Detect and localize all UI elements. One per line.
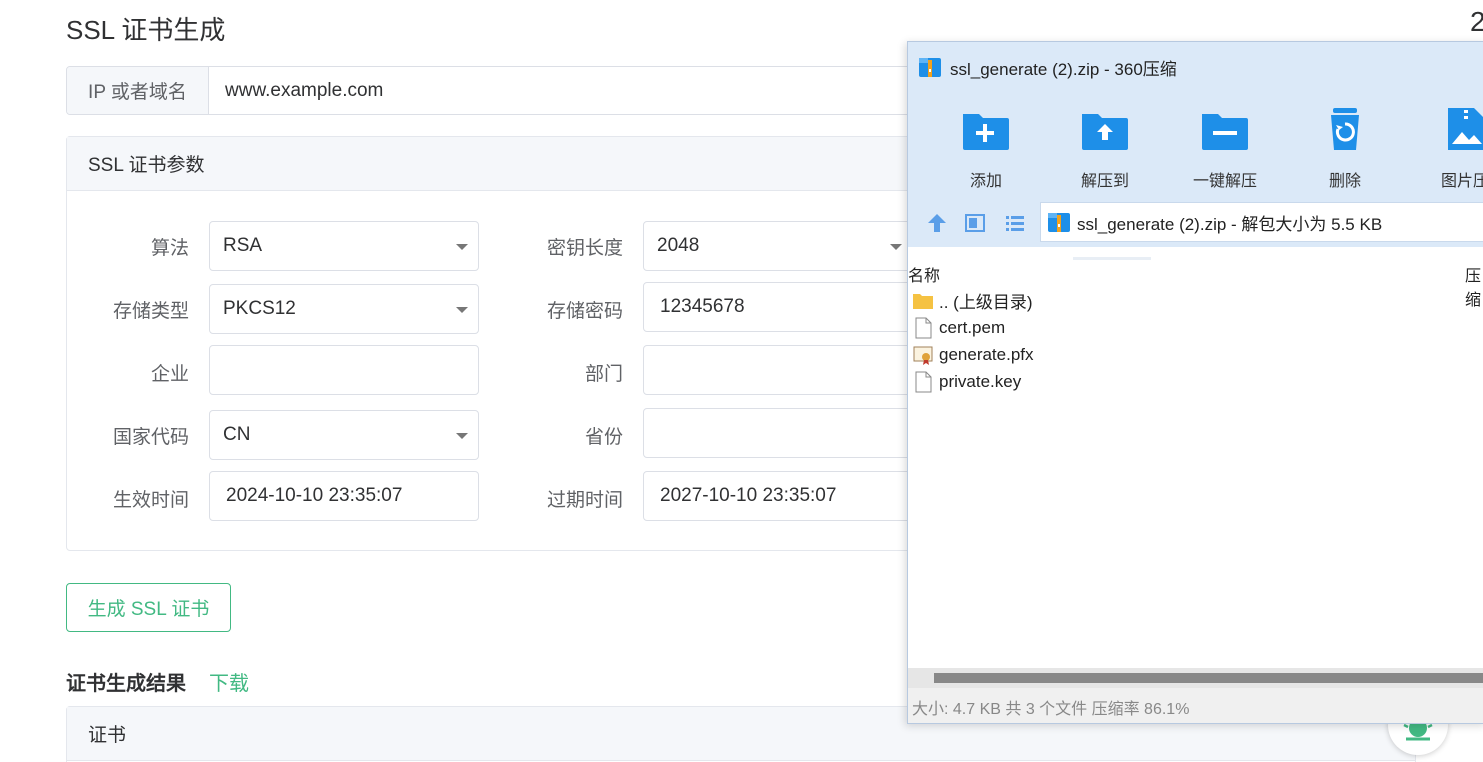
zip-archive-window: ssl_generate (2).zip - 360压缩 添加 解压到 一键解压 [907,41,1483,724]
store-type-select[interactable]: PKCS12 [209,284,479,334]
file-row-parent[interactable]: .. (上级目录) [912,287,1033,314]
expire-time-value: 2027-10-10 23:35:07 [660,485,837,506]
download-link[interactable]: 下载 [209,667,249,696]
image-compress-icon [1448,108,1483,150]
column-name[interactable]: 名称 [908,262,940,286]
path-text: ssl_generate (2).zip - 解包大小为 5.5 KB [1077,214,1383,234]
department-input[interactable] [643,345,913,395]
domain-label: IP 或者域名 [67,67,209,114]
province-input[interactable] [643,408,913,458]
up-arrow-icon[interactable] [926,212,948,234]
toolbar-extract-to-button[interactable]: 解压到 [1055,106,1155,191]
toolbar-delete-button[interactable]: 删除 [1295,106,1395,191]
zip-archive-icon [1048,213,1070,232]
toolbar-add-button[interactable]: 添加 [936,106,1036,191]
corner-char: 2 [1470,6,1483,37]
result-title: 证书生成结果 [66,673,186,695]
file-name: generate.pfx [939,344,1034,364]
file-icon [915,371,932,392]
file-icon [915,317,932,338]
zip-status-bar: 大小: 4.7 KB 共 3 个文件 压缩率 86.1% [908,688,1483,723]
file-name: cert.pem [939,317,1006,337]
scrollbar-thumb[interactable] [934,673,1483,683]
toolbar-one-click-extract-button[interactable]: 一键解压 [1175,106,1275,191]
file-row-cert-pem[interactable]: cert.pem [912,314,1005,341]
toolbar-delete-label: 删除 [1328,173,1361,190]
department-label: 部门 [584,364,623,385]
toolbar-add-label: 添加 [969,173,1002,190]
start-time-label: 生效时间 [112,490,189,511]
folder-icon [913,293,933,309]
extract-to-icon [1082,114,1128,150]
list-view-icon[interactable] [1004,212,1026,234]
zip-navbar: ssl_generate (2).zip - 解包大小为 5.5 KB [908,197,1483,247]
country-code-select[interactable]: CN [209,410,479,460]
column-compressed[interactable]: 压缩 [1465,262,1483,310]
country-code-label: 国家代码 [112,427,189,448]
generate-ssl-button[interactable]: 生成 SSL 证书 [66,583,231,632]
file-name: private.key [939,371,1022,391]
horizontal-scrollbar[interactable] [908,668,1483,688]
store-type-value: PKCS12 [223,298,296,319]
store-password-label: 存储密码 [546,301,623,322]
key-length-select[interactable]: 2048 [643,221,913,271]
algorithm-value: RSA [223,235,263,256]
key-length-value: 2048 [657,235,700,256]
path-bar[interactable]: ssl_generate (2).zip - 解包大小为 5.5 KB [1040,202,1483,242]
file-row-generate-pfx[interactable]: generate.pfx [912,341,1034,368]
start-time-input[interactable]: 2024-10-10 23:35:07 [209,471,479,521]
store-password-input[interactable]: 12345678 [643,282,913,332]
company-label: 企业 [150,364,189,385]
province-label: 省份 [584,427,623,448]
country-code-value: CN [223,424,251,445]
zip-archive-icon [919,58,941,77]
company-input[interactable] [209,345,479,395]
store-password-value: 12345678 [660,296,745,317]
recycle-bin-icon [1331,108,1359,150]
algorithm-label: 算法 [150,238,189,259]
toolbar-image-compress-label: 图片压 [1440,173,1483,190]
expire-time-input[interactable]: 2027-10-10 23:35:07 [643,471,913,521]
expire-time-label: 过期时间 [546,490,623,511]
add-folder-icon [963,114,1009,150]
toolbar-extract-to-label: 解压到 [1080,173,1129,190]
certificate-file-icon [913,346,933,365]
zip-titlebar[interactable]: ssl_generate (2).zip - 360压缩 [908,42,1483,92]
one-click-extract-icon [1202,114,1248,150]
file-name: .. (上级目录) [939,293,1033,312]
toolbar-one-click-extract-label: 一键解压 [1192,173,1257,190]
page-title: SSL 证书生成 [66,15,226,45]
thumbnail-view-icon[interactable] [964,212,986,234]
file-list-header: 名称 压缩 [908,257,1483,309]
algorithm-select[interactable]: RSA [209,221,479,271]
toolbar-image-compress-button[interactable]: 图片压 [1415,106,1483,191]
file-row-private-key[interactable]: private.key [912,368,1021,395]
key-length-label: 密钥长度 [546,238,623,259]
start-time-value: 2024-10-10 23:35:07 [226,485,403,506]
zip-window-title: ssl_generate (2).zip - 360压缩 [950,59,1177,79]
store-type-label: 存储类型 [112,301,189,322]
